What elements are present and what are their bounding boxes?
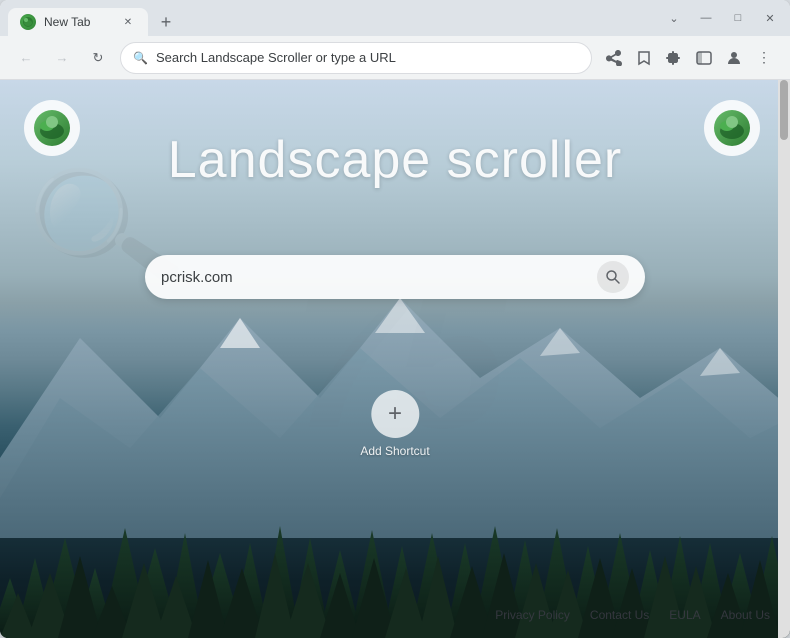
- maximize-button[interactable]: □: [726, 6, 750, 30]
- profile-icon[interactable]: [720, 44, 748, 72]
- more-options-icon[interactable]: ⋮: [750, 44, 778, 72]
- url-text: Search Landscape Scroller or type a URL: [156, 50, 579, 65]
- chevron-button[interactable]: ⌄: [662, 6, 686, 30]
- search-icon: 🔍: [133, 51, 148, 65]
- page-content: 75 🔍: [0, 80, 790, 638]
- search-submit-button[interactable]: [597, 261, 629, 293]
- tab-title: New Tab: [44, 15, 112, 29]
- toolbar-icons: ⋮: [600, 44, 778, 72]
- search-container: [145, 255, 645, 299]
- sidebar-toggle-icon[interactable]: [690, 44, 718, 72]
- add-shortcut-circle: +: [371, 390, 419, 438]
- footer-links: Privacy Policy Contact Us EULA About Us: [495, 608, 770, 622]
- contact-us-link[interactable]: Contact Us: [590, 608, 649, 622]
- scrollbar[interactable]: [778, 80, 790, 638]
- eula-link[interactable]: EULA: [669, 608, 700, 622]
- url-bar[interactable]: 🔍 Search Landscape Scroller or type a UR…: [120, 42, 592, 74]
- privacy-policy-link[interactable]: Privacy Policy: [495, 608, 570, 622]
- minimize-button[interactable]: —: [694, 6, 718, 30]
- about-us-link[interactable]: About Us: [721, 608, 770, 622]
- close-button[interactable]: ✕: [758, 6, 782, 30]
- address-bar: ← → ↻ 🔍 Search Landscape Scroller or typ…: [0, 36, 790, 80]
- tab-favicon: [20, 14, 36, 30]
- add-shortcut-label: Add Shortcut: [360, 444, 429, 458]
- share-icon[interactable]: [600, 44, 628, 72]
- extension-icon[interactable]: [660, 44, 688, 72]
- back-button[interactable]: ←: [12, 44, 40, 72]
- new-tab-button[interactable]: +: [152, 8, 180, 36]
- add-shortcut-button[interactable]: + Add Shortcut: [360, 390, 429, 458]
- search-box: [145, 255, 645, 299]
- tab-area: New Tab ✕ +: [8, 0, 658, 36]
- page-title: Landscape scroller: [0, 130, 790, 190]
- tab-close-button[interactable]: ✕: [120, 14, 136, 30]
- bookmark-icon[interactable]: [630, 44, 658, 72]
- scrollbar-thumb[interactable]: [780, 80, 788, 140]
- active-tab[interactable]: New Tab ✕: [8, 8, 148, 36]
- window-controls: ⌄ — □ ✕: [662, 6, 782, 30]
- reload-button[interactable]: ↻: [84, 44, 112, 72]
- browser-window: New Tab ✕ + ⌄ — □ ✕ ← → ↻ 🔍 Search Lands…: [0, 0, 790, 638]
- forward-button[interactable]: →: [48, 44, 76, 72]
- title-bar: New Tab ✕ + ⌄ — □ ✕: [0, 0, 790, 36]
- search-input[interactable]: [161, 269, 589, 286]
